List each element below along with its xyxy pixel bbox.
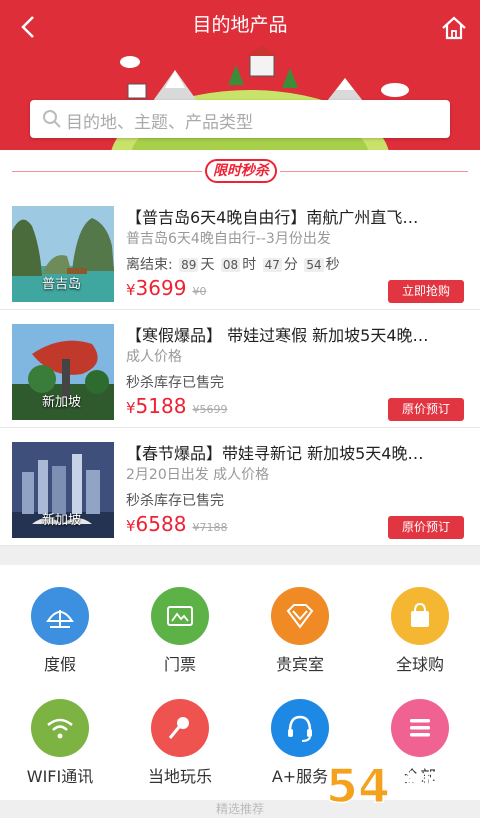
original-price: ¥5699 (192, 403, 228, 416)
product-subtitle: 普吉岛6天4晚自由行--3月份出发 (126, 231, 331, 247)
product-title: 【寒假爆品】 带娃过寒假 新加坡5天4晚… (126, 326, 429, 345)
shopping-bag-icon (411, 602, 429, 627)
countdown-timer: 离结束: 89 天 08 时 47 分 54 秒 (126, 257, 340, 273)
product-item[interactable]: 新加坡 【春节爆品】带娃寻新记 新加坡5天4晚… 2月20日出发 成人价格 秒杀… (0, 428, 480, 546)
product-location: 普吉岛 (42, 277, 82, 292)
category-label: 贵宾室 (275, 655, 324, 674)
product-list: 普吉岛 【普吉岛6天4晚自由行】南航广州直飞… 普吉岛6天4晚自由行--3月份出… (0, 192, 480, 546)
product-price: ¥6588 ¥7188 (126, 512, 228, 536)
category-vip-lounge[interactable]: 贵宾室 (240, 565, 360, 675)
search-input[interactable]: 目的地、主题、产品类型 (30, 100, 450, 138)
original-price: ¥0 (192, 285, 207, 298)
buy-now-button[interactable]: 立即抢购 (388, 280, 464, 303)
category-wifi[interactable]: WIFI通讯 (0, 677, 120, 787)
page-title: 目的地产品 (192, 14, 288, 36)
category-label: 门票 (163, 655, 196, 674)
category-global-shopping[interactable]: 全球购 (360, 565, 480, 675)
top-banner: 目的地产品 目的地、主题、产品类型 (0, 0, 480, 150)
product-subtitle: 2月20日出发 成人价格 (126, 467, 270, 483)
umbrella-icon (46, 610, 74, 628)
product-title: 【普吉岛6天4晚自由行】南航广州直飞… (126, 208, 419, 227)
product-image: 新加坡 (12, 442, 114, 538)
category-label: WIFI通讯 (26, 767, 94, 786)
search-icon (43, 110, 61, 128)
category-local-fun[interactable]: 当地玩乐 (120, 677, 240, 787)
product-location: 新加坡 (42, 513, 82, 528)
search-placeholder: 目的地、主题、产品类型 (66, 113, 253, 133)
category-label: 当地玩乐 (147, 767, 212, 786)
category-label: 度假 (43, 655, 76, 674)
stock-status: 秒杀库存已售完 (126, 375, 224, 391)
original-price: ¥7188 (192, 521, 228, 534)
product-price: ¥5188 ¥5699 (126, 394, 228, 418)
headset-icon (288, 715, 312, 742)
product-title: 【春节爆品】带娃寻新记 新加坡5天4晚… (126, 444, 424, 463)
category-tickets[interactable]: 门票 (120, 565, 240, 675)
watermark-logo: 54 手游网 (325, 758, 444, 814)
home-icon[interactable] (440, 14, 468, 42)
svg-text:手游网: 手游网 (384, 769, 444, 793)
product-price: ¥3699 ¥0 (126, 276, 207, 300)
product-item[interactable]: 普吉岛 【普吉岛6天4晚自由行】南航广州直飞… 普吉岛6天4晚自由行--3月份出… (0, 192, 480, 310)
microphone-icon (168, 717, 189, 739)
wifi-icon (47, 718, 73, 739)
ticket-icon (167, 606, 193, 626)
category-label: 全球购 (395, 655, 444, 674)
svg-text:54: 54 (326, 759, 390, 813)
diamond-icon (286, 604, 314, 629)
flash-sale-header: 限时秒杀 (0, 150, 480, 192)
book-original-price-button[interactable]: 原价预订 (388, 516, 464, 539)
product-location: 新加坡 (42, 395, 82, 410)
product-image: 普吉岛 (12, 206, 114, 302)
menu-icon (410, 719, 430, 737)
category-vacation[interactable]: 度假 (0, 565, 120, 675)
book-original-price-button[interactable]: 原价预订 (388, 398, 464, 421)
product-image: 新加坡 (12, 324, 114, 420)
product-subtitle: 成人价格 (126, 349, 182, 365)
stock-status: 秒杀库存已售完 (126, 493, 224, 509)
flash-sale-badge: 限时秒杀 (205, 159, 277, 183)
product-item[interactable]: 新加坡 【寒假爆品】 带娃过寒假 新加坡5天4晚… 成人价格 秒杀库存已售完 ¥… (0, 310, 480, 428)
